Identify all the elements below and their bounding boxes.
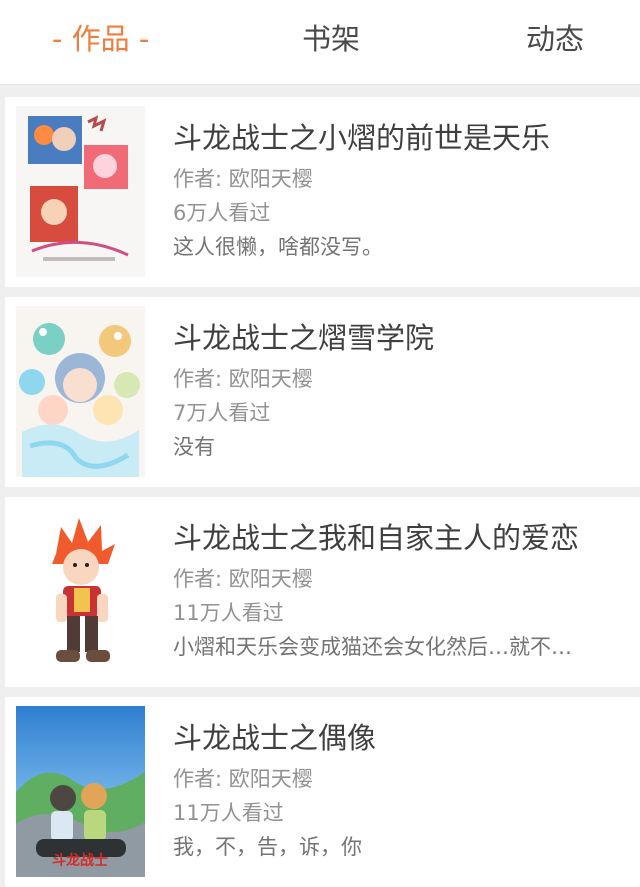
- tab-feed[interactable]: 动态: [526, 19, 584, 59]
- book-author: 作者: 欧阳天樱: [173, 167, 313, 191]
- tab-works[interactable]: - 作品 -: [52, 19, 149, 59]
- book-cover[interactable]: [16, 306, 145, 477]
- book-views: 11万人看过: [173, 801, 284, 825]
- book-cover-image: 斗龙战士: [16, 706, 145, 877]
- works-list: 斗龙战士之小熠的前世是天乐 作者: 欧阳天樱 6万人看过 这人很懒，啥都没写。: [0, 85, 640, 887]
- book-info: 斗龙战士之熠雪学院 作者: 欧阳天樱 7万人看过 没有: [173, 297, 622, 487]
- book-title[interactable]: 斗龙战士之小熠的前世是天乐: [173, 121, 622, 155]
- book-views: 6万人看过: [173, 201, 271, 225]
- book-description: 小熠和天乐会变成猫还会女化然后…就不…: [173, 635, 572, 659]
- book-card[interactable]: 斗龙战士之熠雪学院 作者: 欧阳天樱 7万人看过 没有: [5, 297, 640, 487]
- svg-text:斗龙战士: 斗龙战士: [52, 852, 108, 869]
- book-cover[interactable]: 斗龙战士: [16, 706, 145, 877]
- top-tab-bar: - 作品 - 书架 动态: [0, 0, 640, 85]
- book-card[interactable]: 斗龙战士之小熠的前世是天乐 作者: 欧阳天樱 6万人看过 这人很懒，啥都没写。: [5, 97, 640, 287]
- book-cover[interactable]: [16, 506, 145, 677]
- book-cover-image: [16, 106, 145, 277]
- book-views: 11万人看过: [173, 601, 284, 625]
- book-cover-image: [16, 506, 145, 677]
- book-cover[interactable]: [16, 106, 145, 277]
- book-cover-image: [16, 306, 145, 477]
- book-views: 7万人看过: [173, 401, 271, 425]
- book-description: 这人很懒，啥都没写。: [173, 235, 383, 259]
- book-author: 作者: 欧阳天樱: [173, 367, 313, 391]
- tab-bookshelf[interactable]: 书架: [302, 19, 360, 59]
- book-info: 斗龙战士之我和自家主人的爱恋 作者: 欧阳天樱 11万人看过 小熠和天乐会变成猫…: [173, 497, 622, 687]
- book-card[interactable]: 斗龙战士之我和自家主人的爱恋 作者: 欧阳天樱 11万人看过 小熠和天乐会变成猫…: [5, 497, 640, 687]
- book-author: 作者: 欧阳天樱: [173, 567, 313, 591]
- book-info: 斗龙战士之小熠的前世是天乐 作者: 欧阳天樱 6万人看过 这人很懒，啥都没写。: [173, 97, 622, 287]
- book-info: 斗龙战士之偶像 作者: 欧阳天樱 11万人看过 我，不，告，诉，你: [173, 697, 622, 887]
- book-title[interactable]: 斗龙战士之熠雪学院: [173, 321, 622, 355]
- book-card[interactable]: 斗龙战士 斗龙战士之偶像 作者: 欧阳天樱 11万人看过 我，不，告，诉，你: [5, 697, 640, 887]
- book-author: 作者: 欧阳天樱: [173, 767, 313, 791]
- book-description: 我，不，告，诉，你: [173, 835, 362, 859]
- book-title[interactable]: 斗龙战士之偶像: [173, 721, 622, 755]
- book-title[interactable]: 斗龙战士之我和自家主人的爱恋: [173, 521, 622, 555]
- book-description: 没有: [173, 435, 215, 459]
